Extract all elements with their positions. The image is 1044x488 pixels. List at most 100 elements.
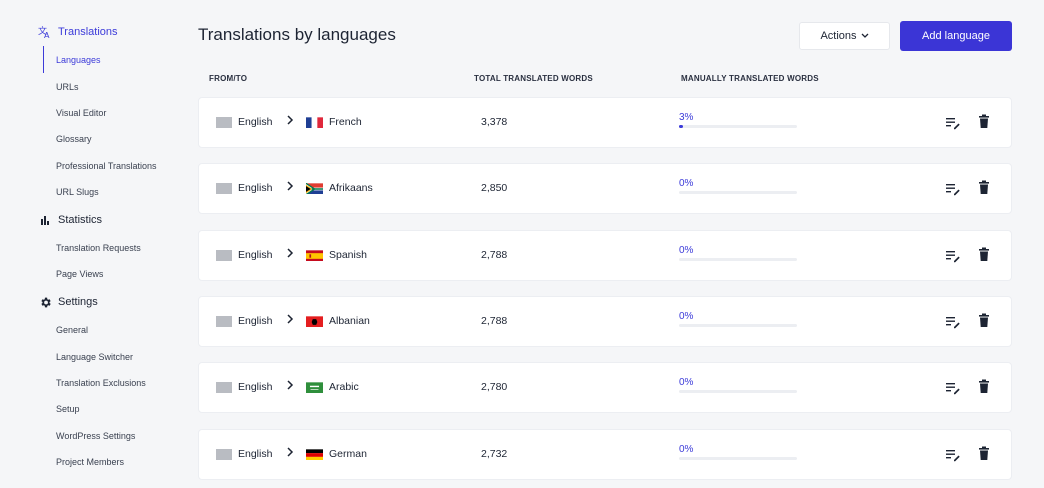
manual-percent: 0% bbox=[679, 178, 694, 189]
sidebar-section-label: Statistics bbox=[58, 214, 103, 226]
sidebar-section-label: Translations bbox=[58, 26, 118, 38]
column-header-from-to: FROM/TO bbox=[209, 74, 248, 83]
edit-icon[interactable] bbox=[945, 447, 961, 463]
source-language: English bbox=[238, 182, 273, 194]
total-translated-words: 3,378 bbox=[481, 116, 508, 128]
sidebar-section-statistics[interactable]: Statistics bbox=[38, 210, 102, 230]
sidebar-section-translations[interactable]: 文A Translations bbox=[38, 22, 118, 42]
sidebar-item-language-switcher[interactable]: Language Switcher bbox=[56, 350, 133, 364]
sidebar-item-setup[interactable]: Setup bbox=[56, 402, 80, 416]
trash-icon[interactable] bbox=[977, 313, 991, 329]
manual-progress-bar bbox=[679, 258, 797, 261]
source-flag-icon bbox=[216, 449, 232, 460]
manual-progress-bar bbox=[679, 457, 797, 460]
language-row: English Arabic 2,780 0% bbox=[198, 362, 1012, 413]
total-translated-words: 2,788 bbox=[481, 249, 508, 261]
source-flag-icon bbox=[216, 117, 232, 128]
column-header-manual: MANUALLY TRANSLATED WORDS bbox=[681, 74, 819, 83]
manual-percent: 0% bbox=[679, 245, 694, 256]
svg-text:A: A bbox=[44, 31, 50, 39]
manual-progress-bar bbox=[679, 390, 797, 393]
column-header-total: TOTAL TRANSLATED WORDS bbox=[474, 74, 593, 83]
total-translated-words: 2,850 bbox=[481, 182, 508, 194]
bar-chart-icon bbox=[38, 213, 52, 227]
language-row: English Spanish 2,788 0% bbox=[198, 230, 1012, 281]
manual-percent: 3% bbox=[679, 112, 694, 123]
chevron-right-icon bbox=[286, 446, 294, 460]
source-language: English bbox=[238, 116, 273, 128]
sidebar-item-translation-exclusions[interactable]: Translation Exclusions bbox=[56, 376, 146, 390]
chevron-right-icon bbox=[286, 313, 294, 327]
chevron-down-icon bbox=[861, 30, 869, 42]
edit-icon[interactable] bbox=[945, 115, 961, 131]
sidebar-item-page-views[interactable]: Page Views bbox=[56, 267, 103, 281]
target-language: French bbox=[329, 116, 362, 128]
manual-progress-bar bbox=[679, 324, 797, 327]
target-language: Spanish bbox=[329, 249, 367, 261]
flag-es-icon bbox=[306, 249, 323, 261]
trash-icon[interactable] bbox=[977, 114, 991, 130]
trash-icon[interactable] bbox=[977, 247, 991, 263]
manual-percent: 0% bbox=[679, 444, 694, 455]
total-translated-words: 2,732 bbox=[481, 448, 508, 460]
chevron-right-icon bbox=[286, 114, 294, 128]
chevron-right-icon bbox=[286, 379, 294, 393]
language-row: English French 3,378 3% bbox=[198, 97, 1012, 148]
sidebar-item-glossary[interactable]: Glossary bbox=[56, 132, 92, 146]
language-row: English German 2,732 0% bbox=[198, 429, 1012, 480]
sidebar-item-project-members[interactable]: Project Members bbox=[56, 455, 124, 469]
edit-icon[interactable] bbox=[945, 314, 961, 330]
sidebar-item-urls[interactable]: URLs bbox=[56, 80, 79, 94]
total-translated-words: 2,788 bbox=[481, 315, 508, 327]
sidebar-item-languages[interactable]: Languages bbox=[56, 53, 101, 67]
add-language-button[interactable]: Add language bbox=[900, 21, 1012, 51]
manual-progress-fill bbox=[679, 125, 683, 128]
trash-icon[interactable] bbox=[977, 379, 991, 395]
source-language: English bbox=[238, 381, 273, 393]
source-flag-icon bbox=[216, 316, 232, 327]
page-title: Translations by languages bbox=[198, 25, 396, 44]
flag-za-icon bbox=[306, 182, 323, 194]
source-language: English bbox=[238, 249, 273, 261]
chevron-right-icon bbox=[286, 180, 294, 194]
sidebar-item-professional-translations[interactable]: Professional Translations bbox=[56, 159, 157, 173]
sidebar-section-label: Settings bbox=[58, 296, 98, 308]
active-indicator bbox=[43, 46, 44, 73]
source-language: English bbox=[238, 315, 273, 327]
source-flag-icon bbox=[216, 183, 232, 194]
language-row: English Albanian 2,788 0% bbox=[198, 296, 1012, 347]
sidebar-item-general[interactable]: General bbox=[56, 323, 88, 337]
trash-icon[interactable] bbox=[977, 446, 991, 462]
chevron-right-icon bbox=[286, 247, 294, 261]
sidebar-item-wordpress-settings[interactable]: WordPress Settings bbox=[56, 429, 135, 443]
manual-progress-bar bbox=[679, 125, 797, 128]
gear-icon bbox=[38, 295, 52, 309]
target-language: Arabic bbox=[329, 381, 359, 393]
edit-icon[interactable] bbox=[945, 181, 961, 197]
flag-sa-icon bbox=[306, 381, 323, 393]
translate-icon: 文A bbox=[38, 25, 52, 39]
target-language: German bbox=[329, 448, 367, 460]
language-row: English Afrikaans 2,850 0% bbox=[198, 163, 1012, 214]
manual-percent: 0% bbox=[679, 377, 694, 388]
sidebar: 文A Translations Languages URLs Visual Ed… bbox=[0, 0, 180, 488]
manual-percent: 0% bbox=[679, 311, 694, 322]
source-flag-icon bbox=[216, 250, 232, 261]
source-language: English bbox=[238, 448, 273, 460]
flag-al-icon bbox=[306, 315, 323, 327]
actions-dropdown-button[interactable]: Actions bbox=[799, 22, 890, 50]
target-language: Albanian bbox=[329, 315, 370, 327]
actions-label: Actions bbox=[820, 30, 857, 42]
edit-icon[interactable] bbox=[945, 380, 961, 396]
manual-progress-bar bbox=[679, 191, 797, 194]
sidebar-section-settings[interactable]: Settings bbox=[38, 292, 98, 312]
source-flag-icon bbox=[216, 382, 232, 393]
sidebar-item-translation-requests[interactable]: Translation Requests bbox=[56, 241, 141, 255]
total-translated-words: 2,780 bbox=[481, 381, 508, 393]
edit-icon[interactable] bbox=[945, 248, 961, 264]
sidebar-item-url-slugs[interactable]: URL Slugs bbox=[56, 185, 99, 199]
sidebar-item-visual-editor[interactable]: Visual Editor bbox=[56, 106, 106, 120]
target-language: Afrikaans bbox=[329, 182, 373, 194]
trash-icon[interactable] bbox=[977, 180, 991, 196]
flag-de-icon bbox=[306, 448, 323, 460]
